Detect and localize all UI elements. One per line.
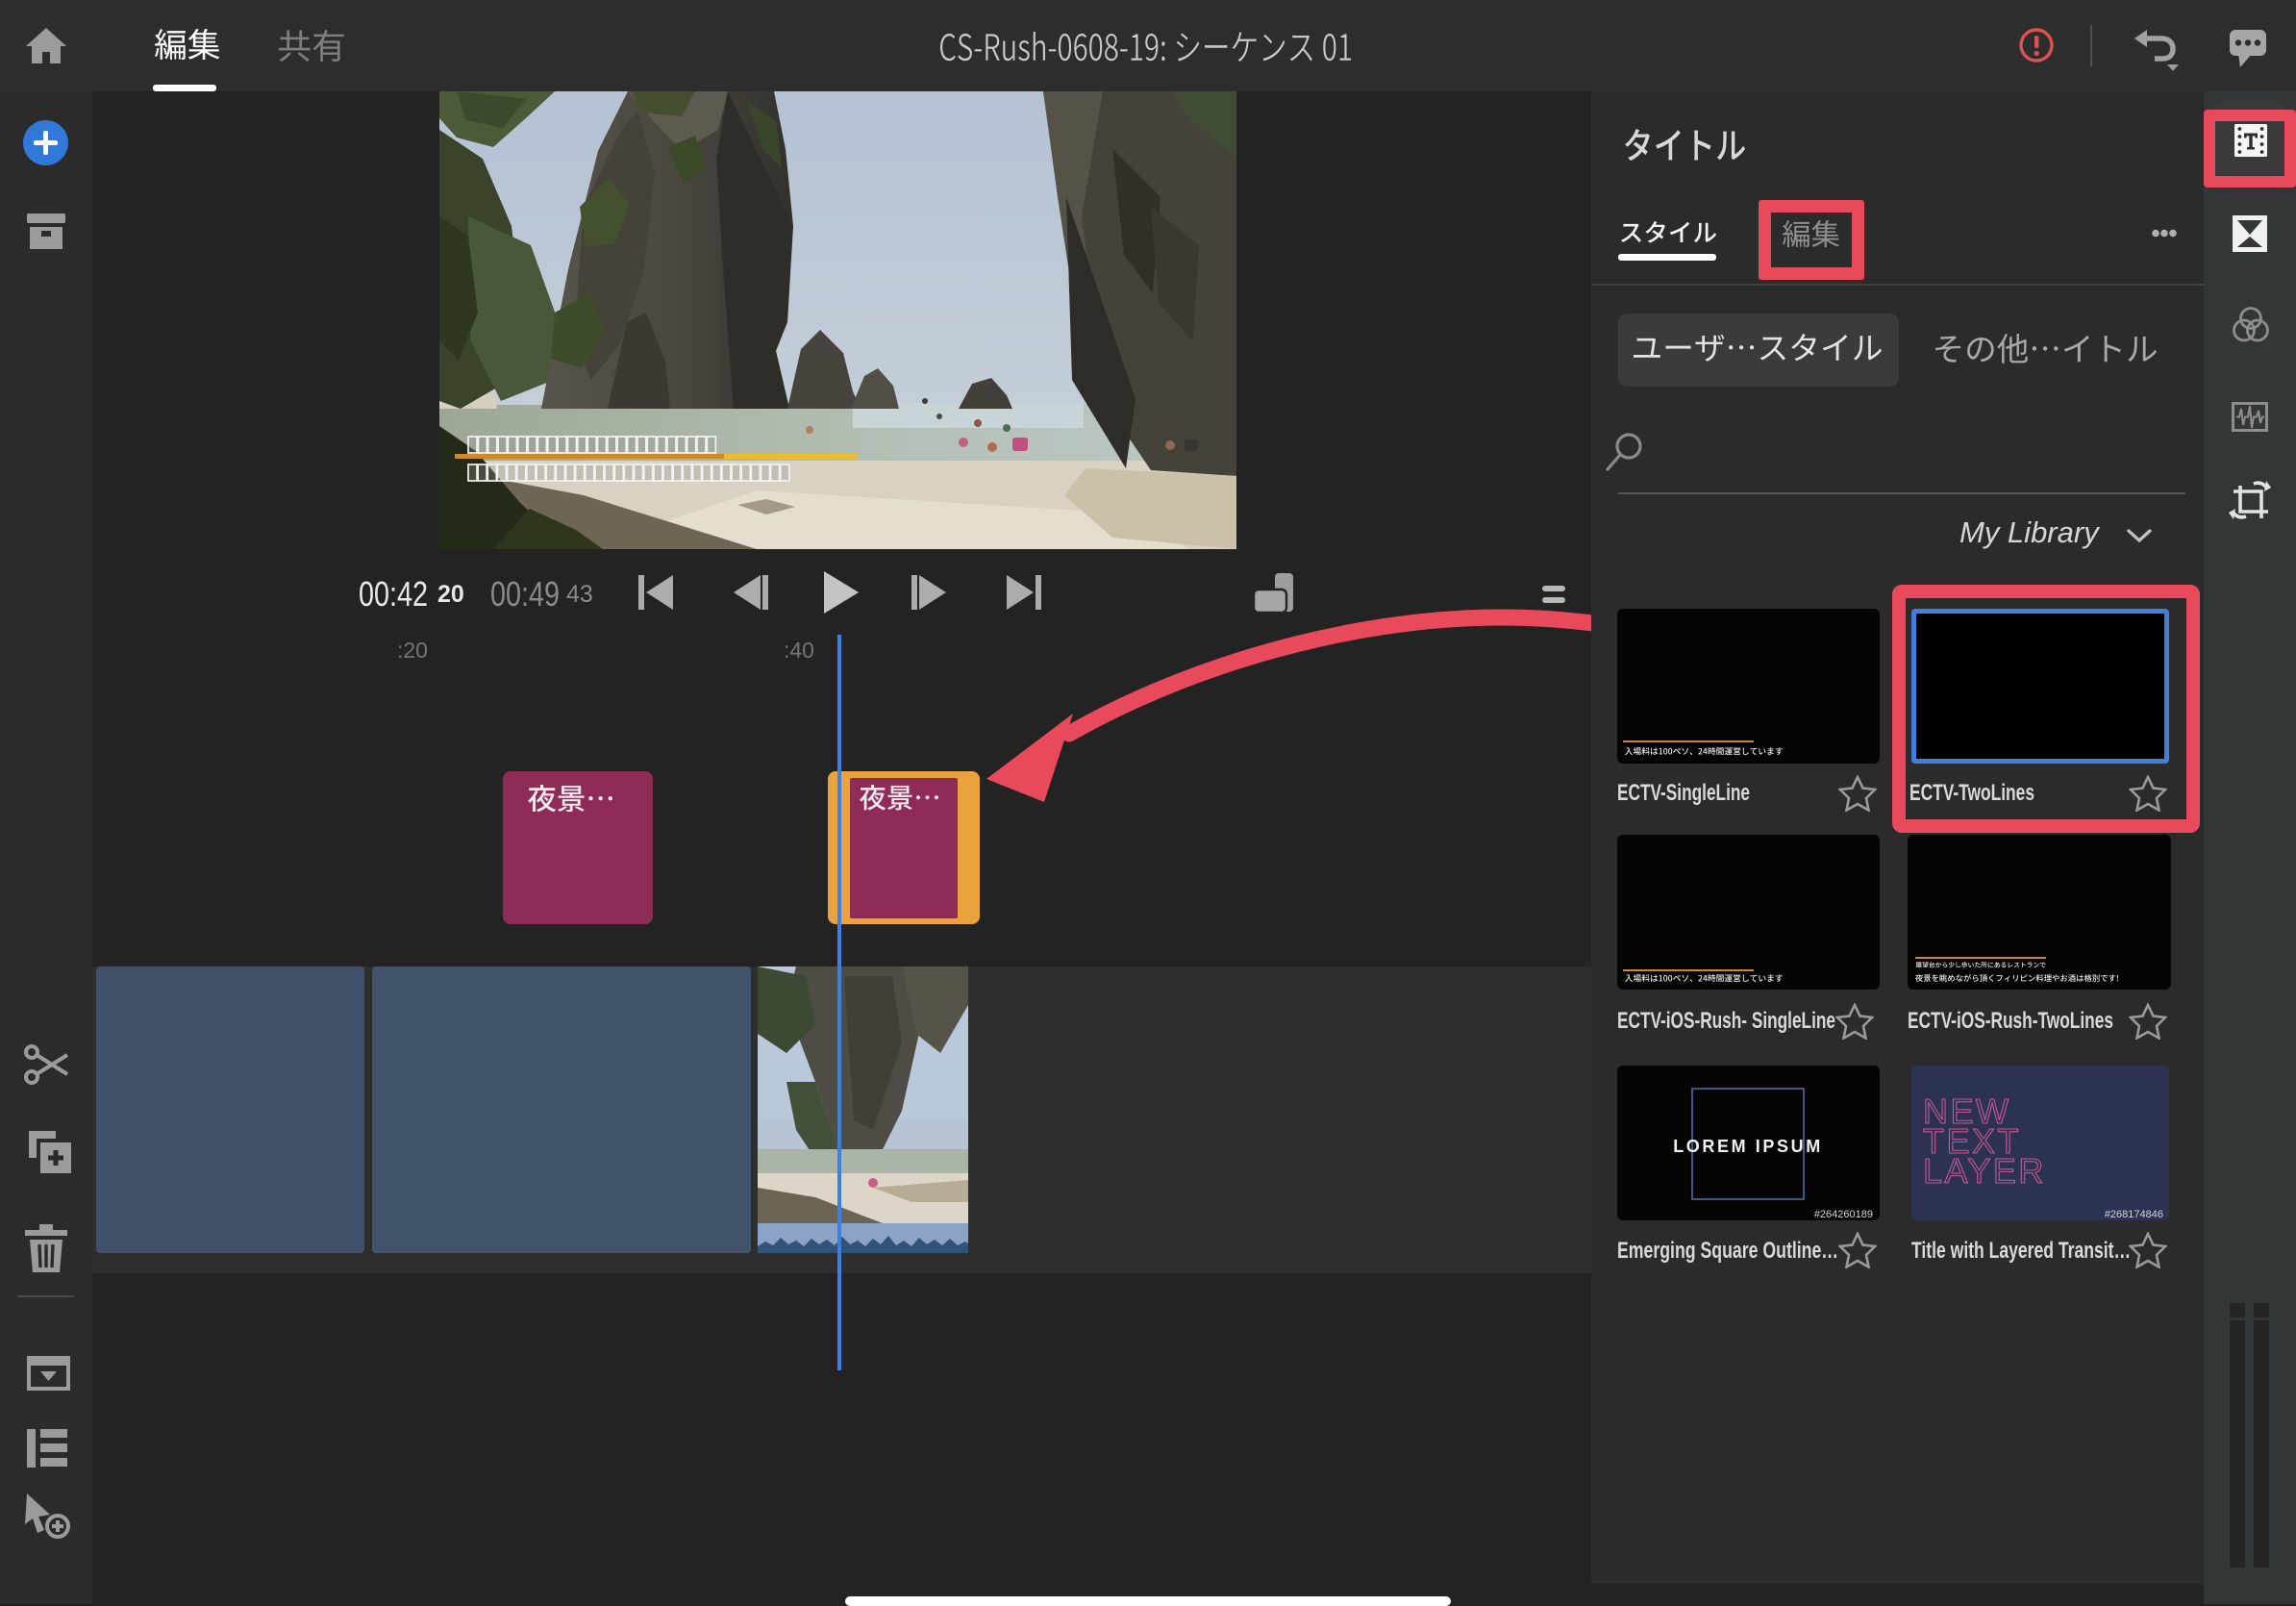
svg-text:Emerging Square Outline…: Emerging Square Outline…: [1617, 1238, 1838, 1264]
svg-text:Title with Layered Transit…: Title with Layered Transit…: [1911, 1238, 2131, 1264]
svg-text:ECTV-iOS-Rush- SingleLine: ECTV-iOS-Rush- SingleLine: [1617, 1008, 1835, 1034]
svg-text:#268174846: #268174846: [2105, 1209, 2163, 1220]
svg-text:ECTV-iOS-Rush-TwoLines: ECTV-iOS-Rush-TwoLines: [1908, 1008, 2113, 1034]
svg-text:LOREM IPSUM: LOREM IPSUM: [1673, 1137, 1823, 1156]
svg-text:#264260189: #264260189: [1814, 1209, 1873, 1220]
svg-text:LAYER: LAYER: [1923, 1151, 2046, 1191]
svg-text:ECTV-SingleLine: ECTV-SingleLine: [1617, 780, 1750, 806]
